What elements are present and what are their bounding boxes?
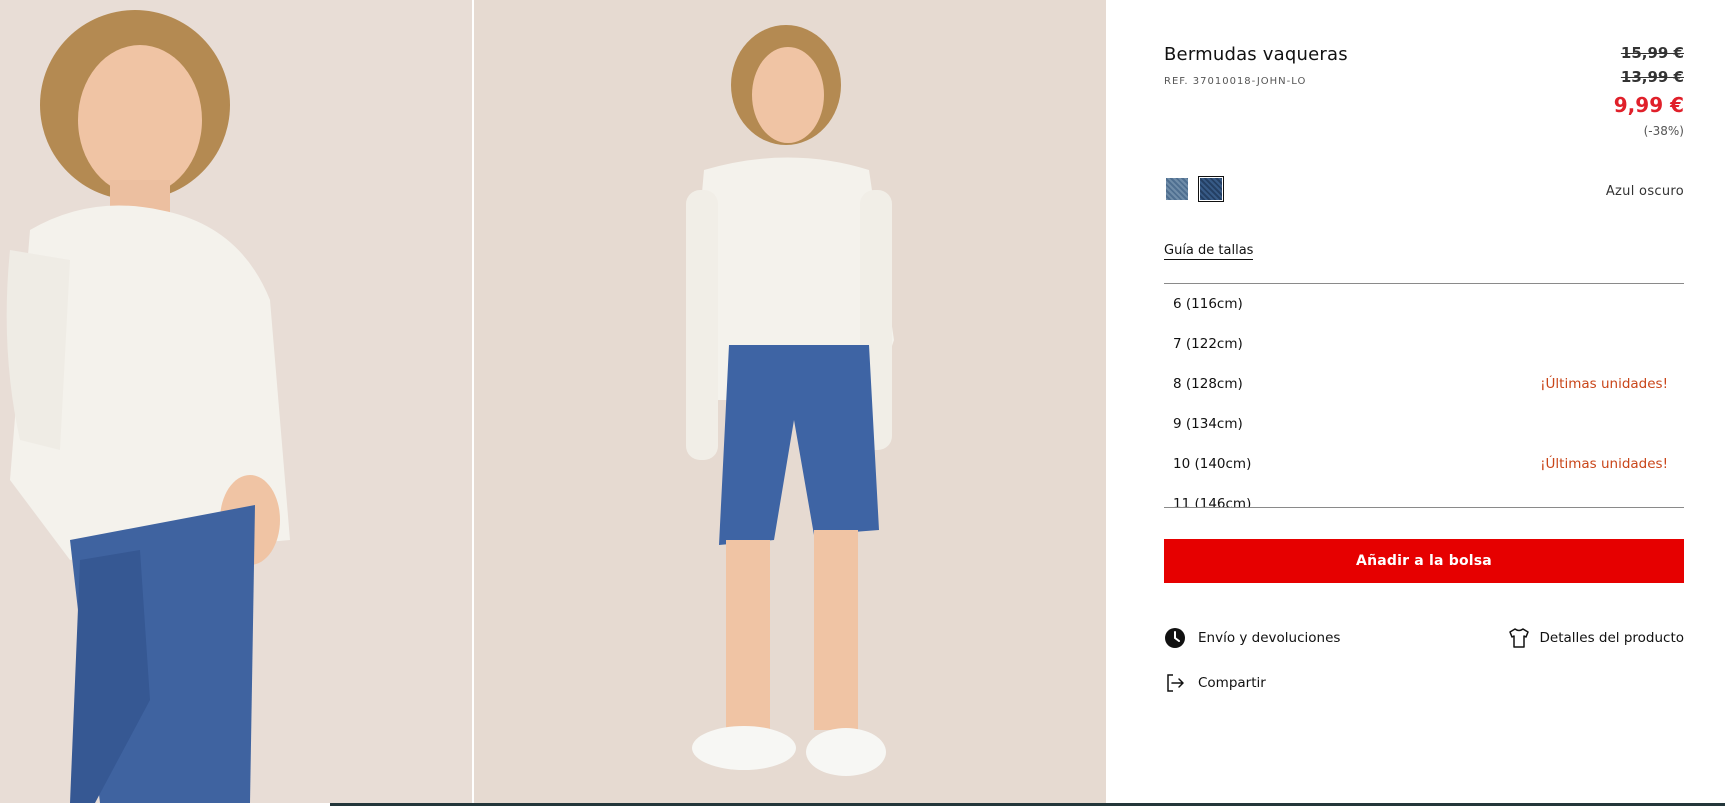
size-label: 7 (122cm)	[1173, 336, 1243, 352]
add-to-bag-button[interactable]: Añadir a la bolsa	[1164, 539, 1684, 583]
product-details-label: Detalles del producto	[1539, 630, 1685, 646]
clock-icon	[1164, 627, 1186, 649]
size-label: 8 (128cm)	[1173, 376, 1243, 392]
stock-note: ¡Últimas unidades!	[1540, 456, 1668, 472]
product-image-full[interactable]	[474, 0, 1106, 803]
size-list[interactable]: 6 (116cm) 7 (122cm) 8 (128cm) ¡Últimas u…	[1164, 283, 1684, 508]
original-price: 15,99 €	[1620, 44, 1684, 62]
share-link[interactable]: Compartir	[1164, 672, 1266, 694]
product-info-panel: Bermudas vaqueras REF. 37010018-JOHN-LO …	[1106, 0, 1725, 803]
selected-color-name: Azul oscuro	[1605, 184, 1684, 199]
product-image-closeup[interactable]	[0, 0, 472, 803]
size-option[interactable]: 11 (146cm)	[1164, 484, 1684, 508]
color-swatch-dark-blue-selected[interactable]	[1198, 176, 1224, 202]
size-label: 10 (140cm)	[1173, 456, 1252, 472]
product-details-link[interactable]: Detalles del producto	[1508, 627, 1685, 649]
size-option[interactable]: 9 (134cm)	[1164, 404, 1684, 444]
size-option[interactable]: 6 (116cm)	[1164, 284, 1684, 324]
discount-percentage: (-38%)	[1643, 124, 1684, 138]
size-guide-link[interactable]: Guía de tallas	[1164, 243, 1254, 260]
product-title: Bermudas vaqueras	[1164, 44, 1348, 65]
size-label: 11 (146cm)	[1173, 496, 1252, 508]
previous-price: 13,99 €	[1620, 68, 1684, 86]
tshirt-icon	[1508, 627, 1530, 649]
shipping-returns-label: Envío y devoluciones	[1198, 630, 1341, 646]
share-icon	[1164, 672, 1186, 694]
shipping-returns-link[interactable]: Envío y devoluciones	[1164, 627, 1340, 649]
current-price: 9,99 €	[1613, 93, 1684, 117]
product-photo-left	[0, 0, 472, 803]
color-swatches	[1164, 176, 1224, 202]
share-label: Compartir	[1198, 675, 1266, 691]
stock-note: ¡Últimas unidades!	[1540, 376, 1668, 392]
size-option[interactable]: 10 (140cm) ¡Últimas unidades!	[1164, 444, 1684, 484]
color-swatch-light-blue[interactable]	[1166, 178, 1188, 200]
size-label: 9 (134cm)	[1173, 416, 1243, 432]
size-option[interactable]: 8 (128cm) ¡Últimas unidades!	[1164, 364, 1684, 404]
size-label: 6 (116cm)	[1173, 296, 1243, 312]
product-reference: REF. 37010018-JOHN-LO	[1164, 76, 1307, 87]
price-block: 15,99 € 13,99 € 9,99 € (-38%)	[1614, 41, 1684, 141]
size-option[interactable]: 7 (122cm)	[1164, 324, 1684, 364]
product-photo-right	[474, 0, 1106, 803]
